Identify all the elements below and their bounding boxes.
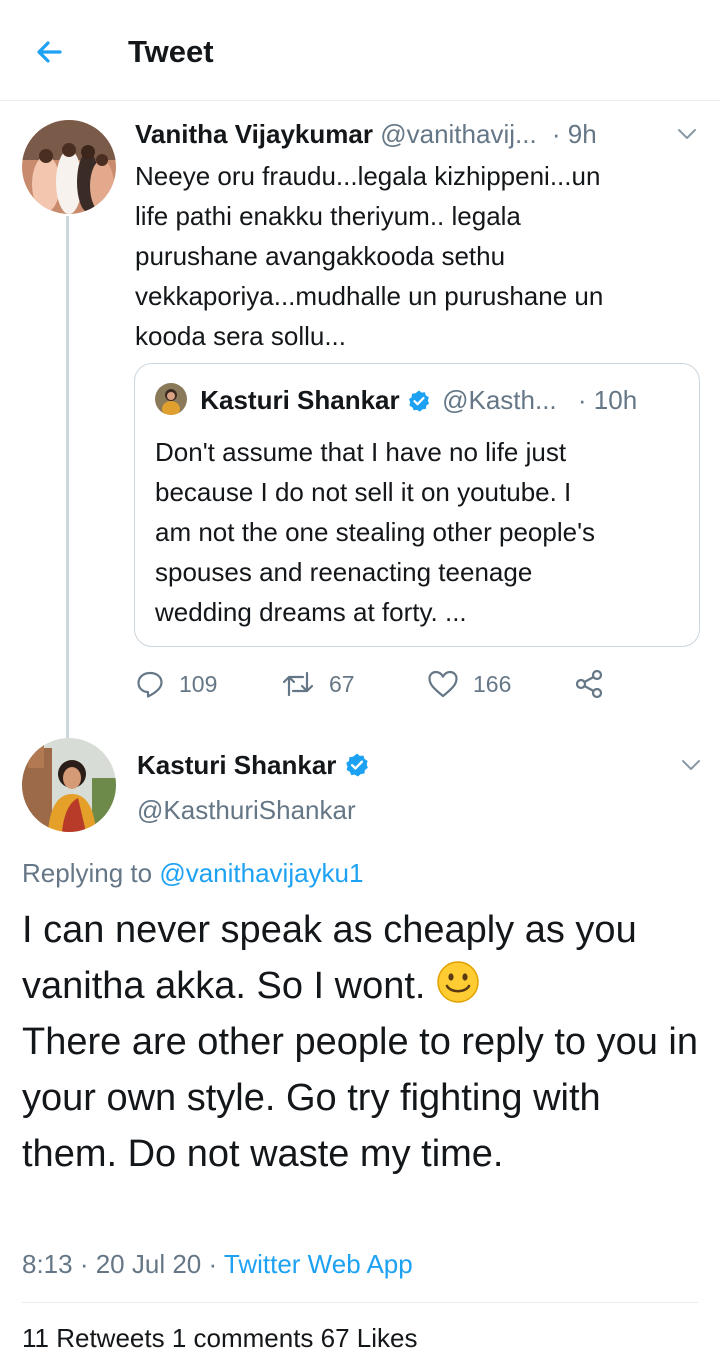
quoted-tweet-time: · 10h <box>577 385 638 415</box>
tweet-header: Vanitha Vijaykumar @vanithavij... · 9h <box>135 116 705 152</box>
replying-to: Replying to @vanithavijayku1 <box>22 855 363 891</box>
tweet-meta: 8:13 · 20 Jul 20 · Twitter Web App <box>22 1244 413 1284</box>
retweet-icon <box>282 671 314 697</box>
tweet-text: Neeye oru fraudu...legala kizhippeni...u… <box>135 161 604 351</box>
tweet-source-link[interactable]: Twitter Web App <box>224 1249 413 1279</box>
like-icon <box>428 670 458 698</box>
like-button[interactable]: 166 <box>427 664 511 704</box>
tweet-timestamp: 8:13 · 20 Jul 20 · <box>22 1249 224 1279</box>
chevron-down-icon[interactable] <box>678 752 704 778</box>
tweet-time: · 9h <box>551 119 597 149</box>
share-icon <box>575 669 603 699</box>
author-handle[interactable]: @vanithavij... <box>380 119 536 149</box>
page-title: Tweet <box>128 34 214 69</box>
avatar[interactable] <box>22 738 116 832</box>
verified-badge-icon <box>346 753 369 777</box>
tweet-text-part2: There are other people to reply to you i… <box>22 1021 698 1175</box>
quoted-tweet-header: Kasturi Shankar @Kasth... · 10h <box>155 382 695 418</box>
author-handle[interactable]: @KasthuriShankar <box>137 790 356 830</box>
divider <box>22 1302 698 1303</box>
smiley-emoji-icon <box>437 961 479 1003</box>
reply-icon <box>137 671 163 698</box>
tweet-text-part1: I can never speak as cheaply as you vani… <box>22 909 637 1007</box>
top-bar: Tweet <box>0 0 720 101</box>
quoted-author-handle: @Kasth... <box>442 385 557 415</box>
quoted-tweet[interactable]: Kasturi Shankar @Kasth... · 10h Don't as… <box>134 363 700 647</box>
author-name[interactable]: Kasturi Shankar <box>137 745 336 785</box>
author-name[interactable]: Vanitha Vijaykumar <box>135 119 373 149</box>
quoted-author-name: Kasturi Shankar <box>200 385 400 415</box>
tweet-actions: 109 67 166 <box>135 664 695 704</box>
chevron-down-icon[interactable] <box>674 121 700 147</box>
replying-label: Replying to <box>22 858 160 888</box>
back-arrow-icon[interactable] <box>28 30 72 74</box>
thread-line <box>66 216 69 738</box>
retweet-count: 67 <box>329 670 355 697</box>
reply-count: 109 <box>179 670 218 697</box>
tweet-stats[interactable]: 11 Retweets 1 comments 67 Likes <box>22 1318 417 1358</box>
replying-to-handle-link[interactable]: @vanithavijayku1 <box>159 858 363 888</box>
avatar <box>155 383 187 415</box>
share-button[interactable] <box>573 664 605 704</box>
like-count: 166 <box>473 670 512 697</box>
quoted-tweet-text: Don't assume that I have no life just be… <box>155 437 596 627</box>
tweet-text: I can never speak as cheaply as you vani… <box>22 902 702 1182</box>
avatar[interactable] <box>22 120 116 214</box>
retweet-button[interactable]: 67 <box>281 664 355 704</box>
reply-button[interactable]: 109 <box>135 664 217 704</box>
author-name-row: Kasturi Shankar <box>137 745 370 785</box>
verified-badge-icon <box>408 390 429 412</box>
